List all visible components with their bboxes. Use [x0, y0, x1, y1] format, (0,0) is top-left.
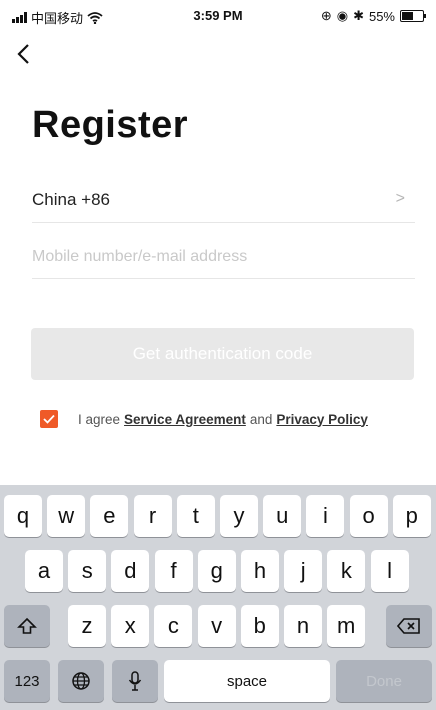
- service-agreement-link[interactable]: Service Agreement: [124, 412, 246, 427]
- globe-icon: [72, 672, 90, 690]
- agreement-row: I agree Service Agreement and Privacy Po…: [40, 410, 368, 428]
- key-i[interactable]: i: [306, 495, 345, 537]
- microphone-icon: [128, 671, 142, 691]
- key-h[interactable]: h: [241, 550, 279, 592]
- key-j[interactable]: j: [284, 550, 323, 592]
- key-q[interactable]: q: [4, 495, 42, 537]
- microphone-key[interactable]: [112, 660, 158, 702]
- key-v[interactable]: v: [197, 605, 236, 647]
- delete-key[interactable]: [386, 605, 432, 647]
- key-y[interactable]: y: [220, 495, 258, 537]
- privacy-policy-link[interactable]: Privacy Policy: [276, 412, 368, 427]
- checkmark-icon: [43, 414, 55, 424]
- key-d[interactable]: d: [111, 550, 150, 592]
- key-e[interactable]: e: [90, 495, 129, 537]
- status-right: ⊕ ◉ ✱ 55%: [320, 8, 426, 24]
- agree-prefix: I agree: [78, 411, 121, 427]
- key-z[interactable]: z: [68, 605, 106, 647]
- key-u[interactable]: u: [263, 495, 302, 537]
- agree-and: and: [249, 411, 273, 427]
- shift-key[interactable]: [4, 605, 50, 647]
- key-c[interactable]: c: [154, 605, 193, 647]
- chevron-right-icon: >: [395, 190, 405, 207]
- key-b[interactable]: b: [240, 605, 279, 647]
- key-f[interactable]: f: [154, 550, 193, 592]
- done-key[interactable]: Done: [336, 660, 432, 702]
- key-s[interactable]: s: [68, 550, 107, 592]
- chevron-left-icon: [17, 44, 29, 64]
- mobile-email-input[interactable]: [32, 236, 415, 279]
- battery-percent: 55%: [368, 8, 395, 24]
- key-o[interactable]: o: [349, 495, 388, 537]
- key-t[interactable]: t: [176, 495, 215, 537]
- alarm-icon: ◉: [336, 8, 349, 23]
- agree-checkbox[interactable]: [40, 410, 58, 428]
- key-w[interactable]: w: [47, 495, 86, 537]
- keyboard: qwertyuiop asdfghjkl zxcvbnm 123 space D…: [0, 485, 436, 710]
- page-title: Register: [32, 104, 189, 146]
- backspace-icon: [397, 618, 420, 634]
- back-button[interactable]: [16, 40, 44, 68]
- key-x[interactable]: x: [111, 605, 150, 647]
- country-label: China +86: [32, 190, 110, 209]
- lock-rotation-icon: ⊕: [320, 8, 332, 23]
- numbers-key[interactable]: 123: [4, 660, 50, 702]
- globe-key[interactable]: [58, 660, 104, 702]
- key-m[interactable]: m: [327, 605, 366, 647]
- shift-icon: [17, 617, 37, 634]
- key-k[interactable]: k: [327, 550, 366, 592]
- key-p[interactable]: p: [392, 495, 431, 537]
- key-l[interactable]: l: [370, 550, 409, 592]
- get-authentication-code-button[interactable]: Get authentication code: [31, 328, 414, 380]
- key-n[interactable]: n: [284, 605, 322, 647]
- bluetooth-icon: ✱: [353, 8, 364, 23]
- key-r[interactable]: r: [133, 495, 172, 537]
- key-a[interactable]: a: [25, 550, 63, 592]
- key-g[interactable]: g: [197, 550, 236, 592]
- status-bar: 中国移动 3:59 PM ⊕ ◉ ✱ 55%: [0, 0, 436, 30]
- space-key[interactable]: space: [164, 660, 330, 702]
- battery-icon: [400, 10, 426, 22]
- country-selector[interactable]: China +86 >: [32, 178, 415, 223]
